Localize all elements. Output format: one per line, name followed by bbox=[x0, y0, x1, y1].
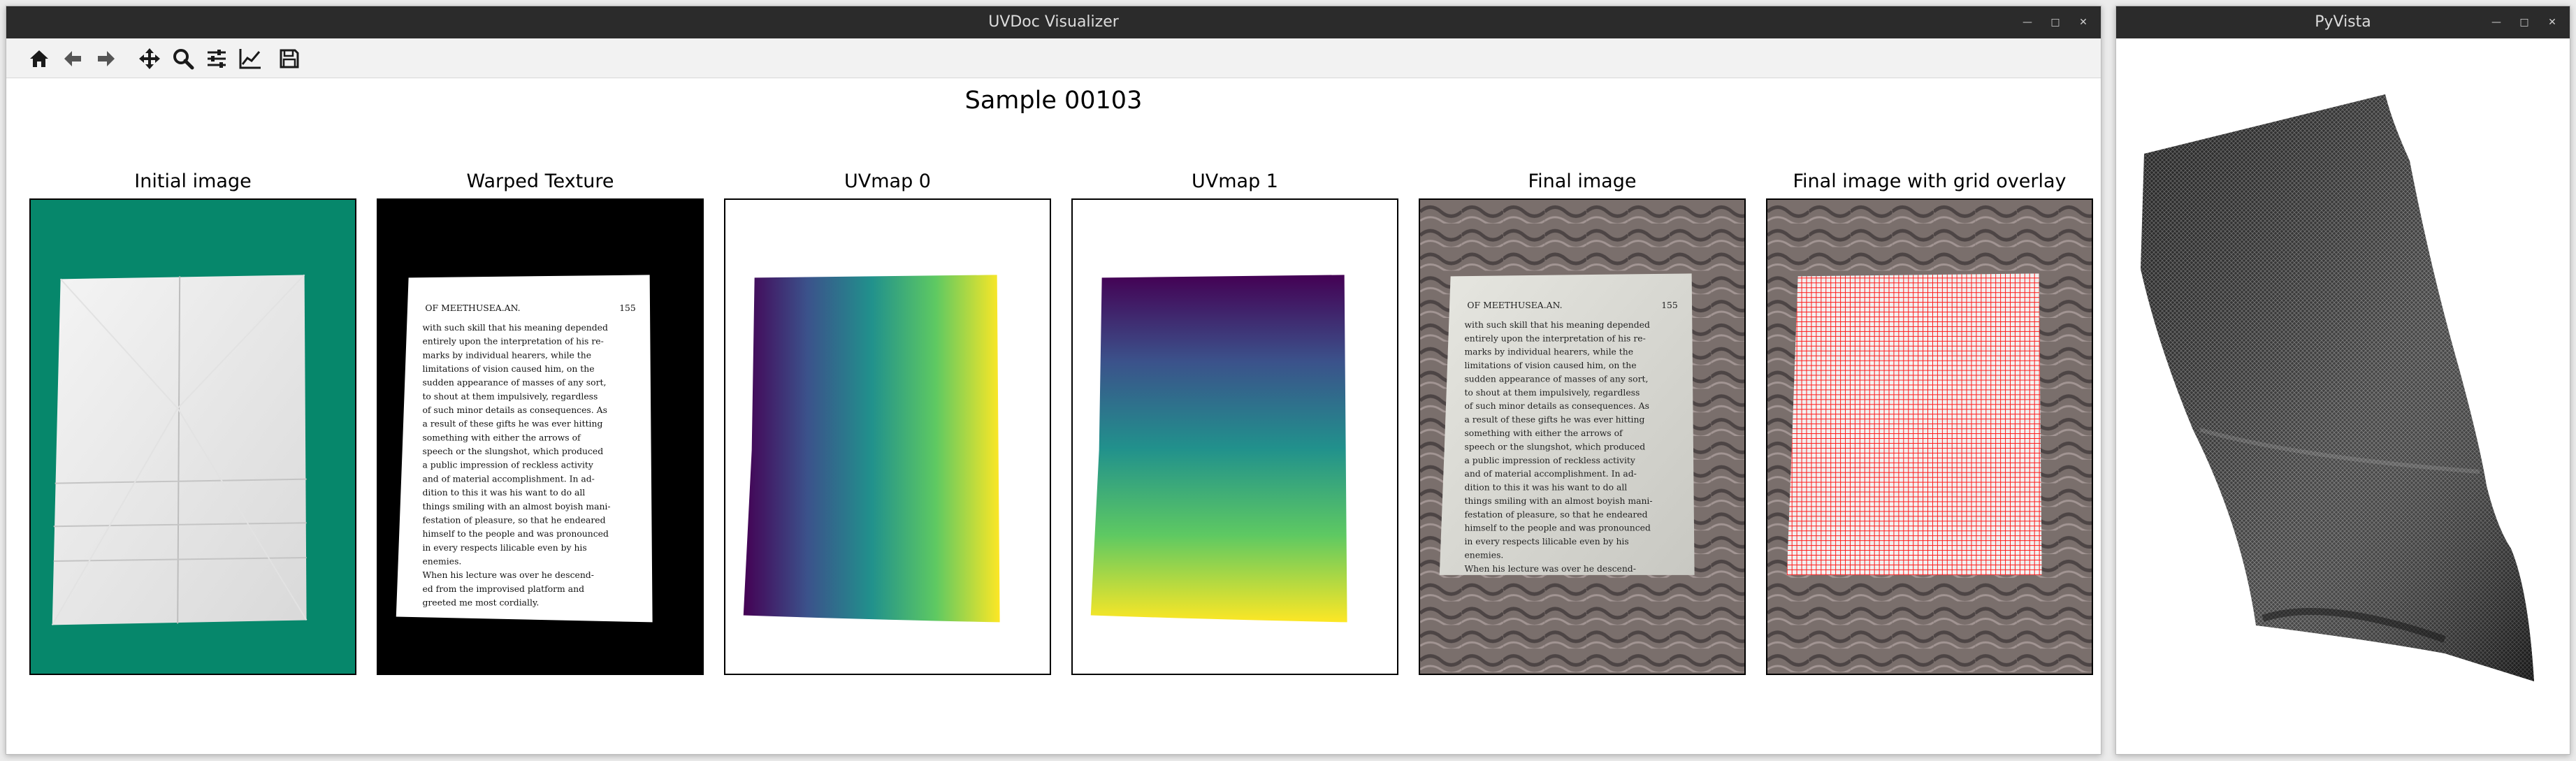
doc-text-line: marks by individual hearers, while the bbox=[1464, 347, 1633, 357]
doc-text-line: and of material accomplishment. In ad- bbox=[422, 473, 594, 484]
pyvista-titlebar[interactable]: PyVista — □ ✕ bbox=[2116, 6, 2570, 38]
sliders-icon bbox=[208, 50, 226, 68]
doc-text-line: sudden appearance of masses of any sort, bbox=[1464, 373, 1648, 384]
forward-button[interactable] bbox=[92, 44, 121, 73]
doc-text-line: and of material accomplishment. In ad- bbox=[1464, 468, 1636, 479]
panel-title-final-grid: Final image with grid overlay bbox=[1793, 171, 2067, 192]
doc-header-right: 155 bbox=[1661, 300, 1678, 310]
doc-text-line: dition to this it was his want to do all bbox=[422, 487, 585, 498]
panel-final-grid bbox=[1766, 198, 2093, 675]
doc-text-line: to shout at them impulsively, regardless bbox=[422, 391, 598, 401]
doc-text-line: festation of pleasure, so that he endear… bbox=[422, 514, 605, 525]
close-icon[interactable]: ✕ bbox=[2076, 6, 2091, 38]
warped-texture-image: OF MEETHUSEA.AN. 155 with such skill that … bbox=[378, 200, 702, 674]
doc-text-line: limitations of vision caused him, on the bbox=[1464, 360, 1636, 370]
doc-text-line: himself to the people and was pronounced bbox=[422, 528, 609, 539]
floppy-disk-icon bbox=[280, 49, 299, 68]
final-grid-image bbox=[1767, 200, 2092, 674]
doc-text-line: speech or the slungshot, which produced bbox=[1464, 441, 1645, 451]
pyvista-window-title: PyVista bbox=[2315, 13, 2371, 31]
doc-text-line: entirely upon the interpretation of his … bbox=[1464, 333, 1645, 343]
panel-warped-texture: OF MEETHUSEA.AN. 155 with such skill that … bbox=[377, 198, 704, 675]
mesh-3d-render bbox=[2141, 94, 2534, 681]
doc-text-line: things smiling with an almost boyish man… bbox=[1464, 495, 1652, 506]
pyvista-window: PyVista — □ ✕ bbox=[2115, 6, 2570, 755]
doc-text-line: things smiling with an almost boyish man… bbox=[422, 501, 610, 512]
panel-title-warped-texture: Warped Texture bbox=[466, 171, 614, 192]
doc-text-line: entirely upon the interpretation of his … bbox=[422, 336, 603, 347]
doc-text-line: a public impression of reckless activity bbox=[422, 460, 593, 470]
doc-text-line: something with either the arrows of bbox=[1464, 428, 1623, 438]
line-chart-icon bbox=[239, 49, 261, 69]
final-image-photo: OF MEETHUSEA.AN. 155 with such skill that … bbox=[1420, 200, 1744, 674]
doc-text-line: speech or the slungshot, which produced bbox=[422, 446, 603, 456]
save-button[interactable] bbox=[275, 44, 304, 73]
magnifier-icon bbox=[173, 49, 194, 70]
doc-text-line: of such minor details as consequences. A… bbox=[1464, 400, 1649, 411]
doc-text-line: greeted me most cordially. bbox=[422, 597, 539, 608]
doc-text-line: dition to this it was his want to do all bbox=[1464, 482, 1627, 493]
panel-title-uvmap-1: UVmap 1 bbox=[1192, 171, 1278, 192]
doc-text-line: When his lecture was over he descend- bbox=[1464, 563, 1635, 574]
panel-title-initial-image: Initial image bbox=[134, 171, 252, 192]
move-icon bbox=[139, 48, 160, 69]
doc-header-left: OF MEETHUSEA.AN. bbox=[425, 303, 520, 313]
minimize-icon[interactable]: — bbox=[2489, 6, 2504, 38]
home-icon bbox=[30, 50, 48, 67]
window-title: UVDoc Visualizer bbox=[988, 13, 1119, 31]
maximize-icon[interactable]: □ bbox=[2517, 6, 2532, 38]
doc-text-line: in every respects lilicable even by his bbox=[422, 542, 586, 553]
doc-text-line: a result of these gifts he was ever hitt… bbox=[422, 419, 602, 429]
doc-text-line: a result of these gifts he was ever hitt… bbox=[1464, 414, 1644, 425]
zoom-button[interactable] bbox=[168, 44, 198, 73]
doc-text-line: of such minor details as consequences. A… bbox=[422, 405, 607, 415]
pan-button[interactable] bbox=[135, 44, 164, 73]
panel-title-uvmap-0: UVmap 0 bbox=[844, 171, 931, 192]
edit-axis-button[interactable] bbox=[236, 44, 265, 73]
doc-text-line: sudden appearance of masses of any sort, bbox=[422, 377, 606, 388]
doc-text-line: enemies. bbox=[1464, 549, 1503, 560]
figure-suptitle: Sample 00103 bbox=[964, 87, 1143, 115]
doc-header-left: OF MEETHUSEA.AN. bbox=[1467, 300, 1562, 310]
back-button[interactable] bbox=[58, 44, 87, 73]
uvmap-0-image bbox=[725, 200, 1050, 674]
minimize-icon[interactable]: — bbox=[2020, 6, 2035, 38]
doc-text-line: with such skill that his meaning depende… bbox=[422, 322, 608, 333]
arrow-right-icon bbox=[98, 51, 115, 66]
pyvista-render-view[interactable] bbox=[2116, 38, 2570, 754]
doc-header-right: 155 bbox=[619, 303, 636, 313]
uvmap-1-image bbox=[1073, 200, 1397, 674]
doc-text-line: something with either the arrows of bbox=[422, 432, 581, 442]
doc-text-line: ed from the improvised platform and bbox=[422, 584, 584, 594]
panel-uvmap-1 bbox=[1071, 198, 1398, 675]
doc-text-line: with such skill that his meaning depende… bbox=[1464, 319, 1650, 330]
doc-text-line: in every respects lilicable even by his bbox=[1464, 536, 1628, 546]
uvdoc-visualizer-window: UVDoc Visualizer — □ ✕ Sample 00103 Init… bbox=[6, 6, 2101, 755]
window-titlebar[interactable]: UVDoc Visualizer — □ ✕ bbox=[6, 6, 2101, 38]
arrow-left-icon bbox=[64, 51, 81, 66]
doc-text-line: limitations of vision caused him, on the bbox=[422, 363, 594, 374]
doc-text-line: himself to the people and was pronounced bbox=[1464, 523, 1651, 533]
doc-text-line: enemies. bbox=[422, 556, 461, 567]
maximize-icon[interactable]: □ bbox=[2048, 6, 2063, 38]
configure-subplots-button[interactable] bbox=[202, 44, 231, 73]
initial-image-photo bbox=[31, 200, 355, 674]
matplotlib-toolbar bbox=[6, 38, 2101, 78]
doc-text-line: When his lecture was over he descend- bbox=[422, 570, 593, 580]
panel-title-final-image: Final image bbox=[1528, 171, 1637, 192]
figure-canvas[interactable]: Sample 00103 Initial image Warped Textur… bbox=[6, 78, 2101, 754]
home-button[interactable] bbox=[24, 44, 54, 73]
panel-final-image: OF MEETHUSEA.AN. 155 with such skill that … bbox=[1419, 198, 1746, 675]
doc-text-line: marks by individual hearers, while the bbox=[422, 349, 591, 360]
doc-text-line: to shout at them impulsively, regardless bbox=[1464, 387, 1640, 398]
panel-initial-image bbox=[29, 198, 356, 675]
close-icon[interactable]: ✕ bbox=[2545, 6, 2560, 38]
doc-text-line: a public impression of reckless activity bbox=[1464, 455, 1635, 465]
doc-text-line: festation of pleasure, so that he endear… bbox=[1464, 509, 1647, 519]
panel-uvmap-0 bbox=[724, 198, 1051, 675]
